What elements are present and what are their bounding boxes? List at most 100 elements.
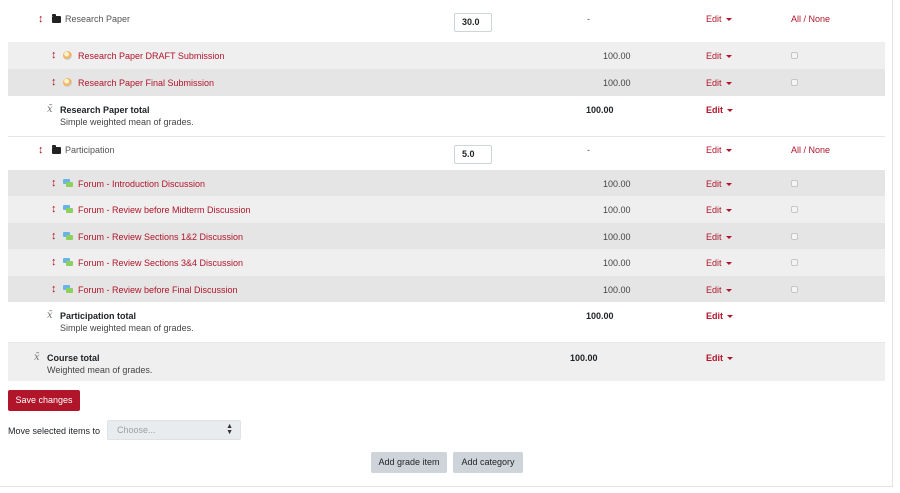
assignment-icon — [63, 78, 72, 87]
edit-menu[interactable]: Edit — [706, 105, 733, 115]
edit-menu[interactable]: Edit — [706, 78, 732, 88]
calculator-icon: x̄ — [47, 310, 53, 321]
move-icon[interactable]: ↕ — [51, 203, 57, 215]
grade-item-link[interactable]: Research Paper DRAFT Submission — [78, 51, 224, 61]
category-name: Participation — [65, 145, 115, 155]
caret-down-icon — [725, 236, 732, 240]
edit-menu[interactable]: Edit — [706, 285, 732, 295]
total-max-grade: 100.00 — [586, 311, 614, 321]
grade-item-row: ↕ Research Paper DRAFT Submission 100.00… — [8, 42, 885, 69]
move-icon[interactable]: ↕ — [51, 76, 57, 88]
move-icon[interactable]: ↕ — [51, 177, 57, 189]
caret-down-icon — [727, 109, 733, 113]
course-total-name: Course total — [47, 353, 100, 363]
total-description: Simple weighted mean of grades. — [60, 117, 194, 127]
move-icon[interactable]: ↕ — [51, 283, 57, 295]
caret-down-icon — [727, 315, 733, 319]
caret-down-icon — [725, 55, 732, 59]
select-checkbox[interactable] — [791, 52, 798, 59]
caret-down-icon — [725, 183, 732, 187]
select-checkbox[interactable] — [791, 79, 798, 86]
select-all-none-link[interactable]: All / None — [791, 145, 830, 155]
edit-menu[interactable]: Edit — [706, 232, 732, 242]
edit-menu[interactable]: Edit — [706, 353, 733, 363]
max-grade: 100.00 — [603, 285, 631, 295]
grade-item-row: ↕ Forum - Review before Midterm Discussi… — [8, 196, 885, 223]
move-icon[interactable]: ↕ — [38, 144, 44, 156]
weight-input[interactable]: 5.0 — [454, 145, 492, 164]
category-row-participation: ↕ Participation 5.0 - Edit All / None — [8, 136, 885, 170]
caret-down-icon — [725, 82, 732, 86]
calculator-icon: x̄ — [47, 104, 53, 115]
caret-down-icon — [725, 209, 732, 213]
grade-item-row: ↕ Research Paper Final Submission 100.00… — [8, 69, 885, 96]
add-category-button[interactable]: Add category — [453, 452, 523, 473]
select-checkbox[interactable] — [791, 286, 798, 293]
grade-item-link[interactable]: Forum - Introduction Discussion — [78, 179, 205, 189]
select-all-none-link[interactable]: All / None — [791, 14, 830, 24]
calculator-icon: x̄ — [34, 352, 40, 363]
total-name: Research Paper total — [60, 105, 150, 115]
total-name: Participation total — [60, 311, 137, 321]
assignment-icon — [63, 51, 72, 60]
max-grade: 100.00 — [603, 258, 631, 268]
max-grade: 100.00 — [603, 179, 631, 189]
grade-item-link[interactable]: Research Paper Final Submission — [78, 78, 214, 88]
move-icon[interactable]: ↕ — [51, 256, 57, 268]
forum-icon — [63, 285, 73, 293]
move-icon[interactable]: ↕ — [51, 230, 57, 242]
grade-item-row: ↕ Forum - Review before Final Discussion… — [8, 276, 885, 302]
grade-item-row: ↕ Forum - Review Sections 3&4 Discussion… — [8, 249, 885, 276]
edit-menu[interactable]: Edit — [706, 258, 732, 268]
category-total-row: x̄ Participation total Simple weighted m… — [8, 302, 885, 342]
select-checkbox[interactable] — [791, 233, 798, 240]
category-total-row: x̄ Research Paper total Simple weighted … — [8, 96, 885, 136]
caret-down-icon — [725, 18, 732, 22]
edit-menu[interactable]: Edit — [706, 145, 732, 155]
forum-icon — [63, 179, 73, 187]
max-grade: 100.00 — [603, 78, 631, 88]
course-total-description: Weighted mean of grades. — [47, 365, 153, 375]
course-total-max-grade: 100.00 — [570, 353, 598, 363]
category-name: Research Paper — [65, 14, 131, 24]
total-max-grade: 100.00 — [586, 105, 614, 115]
grade-item-row: ↕ Forum - Introduction Discussion 100.00… — [8, 170, 885, 196]
caret-down-icon — [727, 357, 733, 361]
edit-menu[interactable]: Edit — [706, 311, 733, 321]
add-grade-item-button[interactable]: Add grade item — [371, 452, 447, 473]
select-checkbox[interactable] — [791, 206, 798, 213]
move-icon[interactable]: ↕ — [51, 49, 57, 61]
save-changes-button[interactable]: Save changes — [8, 390, 80, 411]
forum-icon — [63, 232, 73, 240]
folder-icon — [52, 145, 61, 154]
grade-item-link[interactable]: Forum - Review Sections 1&2 Discussion — [78, 232, 243, 242]
caret-down-icon — [725, 149, 732, 153]
course-total-row: x̄ Course total Weighted mean of grades.… — [8, 342, 885, 381]
edit-menu[interactable]: Edit — [706, 205, 732, 215]
move-icon[interactable]: ↕ — [38, 13, 44, 25]
edit-menu[interactable]: Edit — [706, 51, 732, 61]
grade-item-link[interactable]: Forum - Review before Midterm Discussion — [78, 205, 251, 215]
total-description: Simple weighted mean of grades. — [60, 323, 194, 333]
grade-item-link[interactable]: Forum - Review before Final Discussion — [78, 285, 238, 295]
select-checkbox[interactable] — [791, 259, 798, 266]
max-grade: 100.00 — [603, 51, 631, 61]
move-target-placeholder: Choose... — [117, 425, 156, 435]
category-row-research-paper: ↕ Research Paper 30.0 - Edit All / None — [8, 0, 885, 42]
caret-down-icon — [725, 262, 732, 266]
forum-icon — [63, 205, 73, 213]
select-arrows-icon: ▲ ▼ — [226, 423, 233, 436]
grade-item-row: ↕ Forum - Review Sections 1&2 Discussion… — [8, 223, 885, 249]
max-grade: - — [587, 14, 590, 24]
grade-item-link[interactable]: Forum - Review Sections 3&4 Discussion — [78, 258, 243, 268]
select-checkbox[interactable] — [791, 180, 798, 187]
edit-menu[interactable]: Edit — [706, 179, 732, 189]
move-target-select[interactable]: Choose... ▲ ▼ — [107, 420, 241, 440]
move-items-label: Move selected items to — [8, 426, 101, 436]
weight-input[interactable]: 30.0 — [454, 13, 492, 32]
max-grade: 100.00 — [603, 232, 631, 242]
folder-icon — [52, 14, 61, 23]
max-grade: - — [587, 145, 590, 155]
edit-menu[interactable]: Edit — [706, 14, 732, 24]
caret-down-icon — [725, 289, 732, 293]
